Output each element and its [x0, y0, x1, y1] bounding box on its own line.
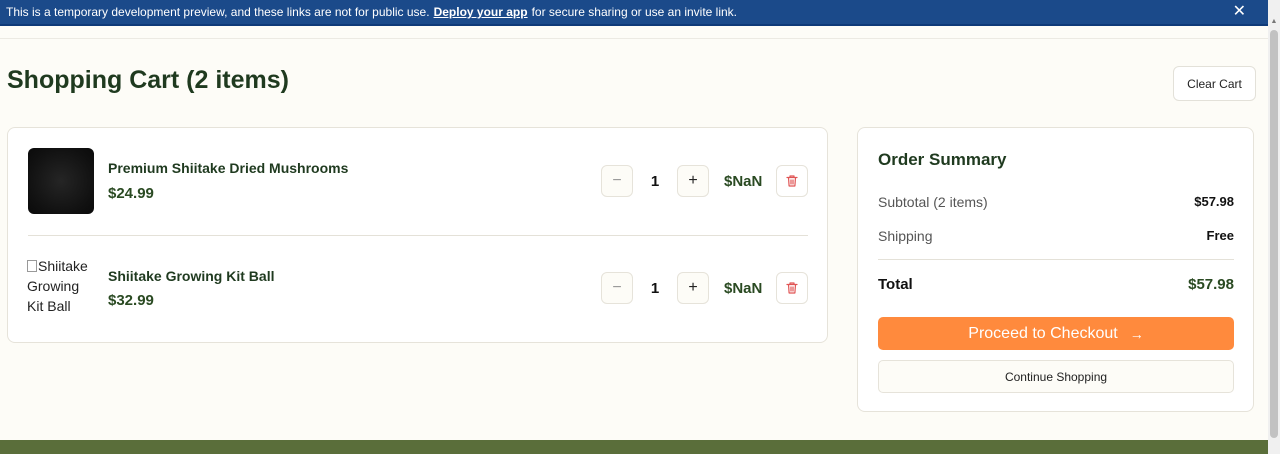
cart-items-card: Premium Shiitake Dried Mushrooms $24.99 …: [7, 127, 828, 343]
footer: [0, 440, 1268, 454]
decrease-quantity-button[interactable]: −: [601, 272, 633, 304]
checkout-label: Proceed to Checkout: [968, 324, 1118, 342]
product-name[interactable]: Shiitake Growing Kit Ball: [108, 268, 274, 284]
product-image: [28, 148, 94, 214]
remove-item-button[interactable]: [776, 272, 808, 304]
increase-quantity-button[interactable]: +: [677, 165, 709, 197]
order-summary-card: Order Summary Subtotal (2 items) $57.98 …: [857, 127, 1254, 412]
product-price: $24.99: [108, 185, 154, 202]
quantity-value: 1: [650, 280, 660, 297]
summary-divider: [878, 259, 1234, 260]
total-value: $57.98: [1188, 276, 1234, 293]
line-total: $NaN: [724, 173, 763, 190]
remove-item-button[interactable]: [776, 165, 808, 197]
banner-text: This is a temporary development preview,…: [6, 5, 430, 19]
shipping-row: Shipping Free: [878, 228, 1234, 244]
order-summary-heading: Order Summary: [878, 150, 1007, 169]
subtotal-row: Subtotal (2 items) $57.98: [878, 194, 1234, 210]
total-row: Total $57.98: [878, 276, 1234, 293]
banner-text-after: for secure sharing or use an invite link…: [531, 5, 738, 19]
continue-shopping-button[interactable]: Continue Shopping: [878, 360, 1234, 393]
increase-quantity-button[interactable]: +: [677, 272, 709, 304]
shipping-label: Shipping: [878, 228, 933, 244]
trash-icon: [786, 282, 798, 294]
close-icon[interactable]: ✕: [1233, 4, 1246, 20]
decrease-quantity-button[interactable]: −: [601, 165, 633, 197]
arrow-right-icon: →: [1129, 325, 1144, 342]
cart-item: Premium Shiitake Dried Mushrooms $24.99 …: [8, 148, 827, 218]
deploy-app-link[interactable]: Deploy your app: [434, 5, 528, 19]
scroll-up-icon[interactable]: ▲: [1270, 18, 1278, 26]
total-label: Total: [878, 276, 913, 293]
preview-banner: This is a temporary development preview,…: [0, 0, 1268, 26]
quantity-value: 1: [650, 173, 660, 190]
clear-cart-button[interactable]: Clear Cart: [1173, 66, 1256, 101]
header-divider: [0, 38, 1268, 39]
product-name[interactable]: Premium Shiitake Dried Mushrooms: [108, 160, 348, 176]
scrollbar[interactable]: ▲: [1268, 0, 1280, 454]
product-price: $32.99: [108, 292, 154, 309]
product-image-broken: Shiitake Growing Kit Ball: [27, 256, 97, 316]
trash-icon: [786, 175, 798, 187]
subtotal-label: Subtotal (2 items): [878, 194, 988, 210]
cart-item: Shiitake Growing Kit Ball Shiitake Growi…: [8, 256, 827, 326]
proceed-to-checkout-button[interactable]: Proceed to Checkout →: [878, 317, 1234, 350]
page-title: Shopping Cart (2 items): [7, 66, 289, 94]
line-total: $NaN: [724, 280, 763, 297]
item-divider: [28, 235, 808, 236]
subtotal-value: $57.98: [1194, 194, 1234, 209]
broken-image-icon: [27, 260, 37, 272]
shipping-value: Free: [1206, 228, 1234, 243]
scrollbar-thumb[interactable]: [1270, 30, 1278, 438]
